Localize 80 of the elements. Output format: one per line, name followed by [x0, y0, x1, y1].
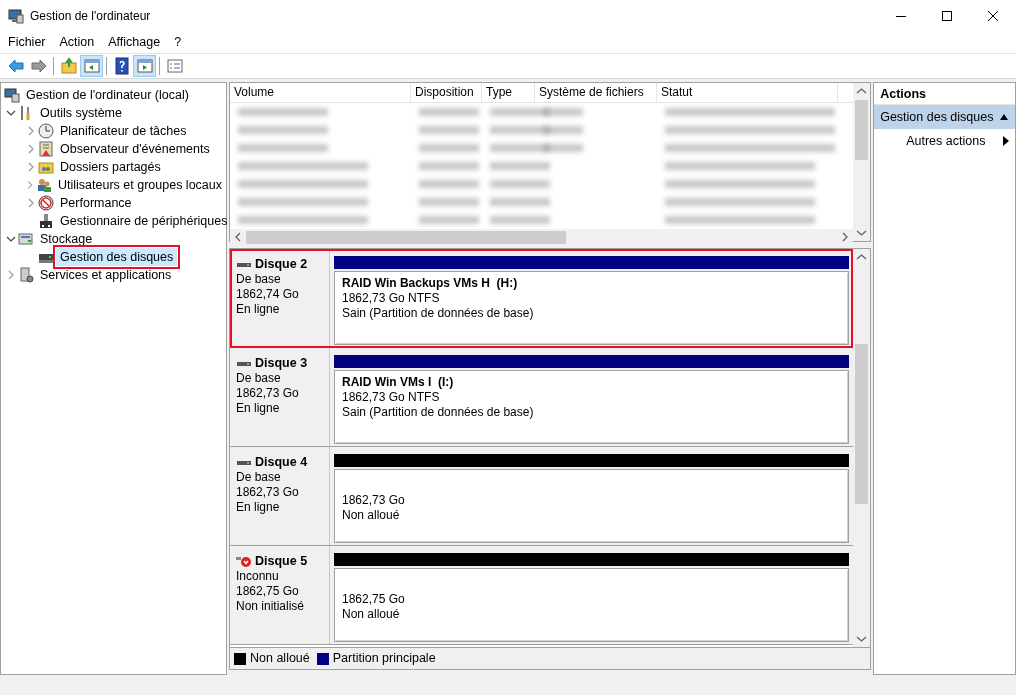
partition-info: 1862,73 Go — [342, 493, 406, 508]
vertical-scrollbar[interactable] — [853, 83, 871, 241]
menu-item[interactable]: ? — [168, 33, 188, 52]
tree-item[interactable]: Dossiers partagés — [56, 158, 165, 176]
partition-info: 1862,73 Go NTFS — [342, 390, 441, 405]
folder-up-icon — [59, 57, 78, 75]
menu-item[interactable]: Affichage — [102, 33, 167, 52]
tree-item[interactable]: Utilisateurs et groupes locaux — [54, 176, 226, 194]
vertical-scrollbar[interactable] — [853, 249, 871, 647]
column-header[interactable]: Volume — [230, 83, 411, 102]
disk-status: En ligne — [236, 500, 281, 515]
partition-info: Non alloué — [342, 508, 401, 523]
error-disk-icon — [236, 555, 252, 568]
action-section[interactable]: Gestion des disques — [874, 105, 1015, 129]
pane-icon — [82, 57, 101, 75]
disk-type: De base — [236, 272, 282, 287]
disk-status: Non initialisé — [236, 599, 306, 614]
partition-block[interactable]: 1862,73 Go Non alloué — [334, 469, 850, 543]
column-header[interactable]: Système de fichiers — [535, 83, 657, 102]
disk-status: En ligne — [236, 401, 281, 416]
partition-info: 1862,73 Go NTFS — [342, 291, 441, 306]
disk-size: 1862,73 Go — [236, 485, 300, 500]
tree-item[interactable]: Observateur d'événements — [56, 140, 214, 158]
partition-info: Sain (Partition de données de base) — [342, 306, 535, 321]
partition-title: RAID Win VMs I (I:) — [342, 375, 455, 390]
device-icon — [38, 213, 54, 229]
window-title: Gestion de l'ordinateur — [30, 8, 152, 25]
tree-item[interactable]: Gestion de l'ordinateur (local) — [22, 86, 193, 104]
disk-name: Disque 5 — [255, 554, 308, 569]
partition-info: 1862,75 Go — [342, 592, 406, 607]
disk-size: 1862,73 Go — [236, 386, 300, 401]
back-arrow-icon — [6, 57, 25, 75]
disk-name: Disque 4 — [255, 455, 308, 470]
computer-icon — [4, 87, 20, 103]
disk-type: De base — [236, 371, 282, 386]
server-icon — [18, 267, 34, 283]
minimize-icon — [896, 15, 906, 17]
clock-icon — [38, 123, 54, 139]
tree-item[interactable]: Performance — [56, 194, 136, 212]
disk-size: 1862,74 Go — [236, 287, 300, 302]
storage-icon — [18, 231, 34, 247]
partition-block[interactable]: 1862,75 Go Non alloué — [334, 568, 850, 642]
disk-type: Inconnu — [236, 569, 280, 584]
properties-icon — [165, 57, 184, 75]
folder-icon — [38, 159, 54, 175]
column-header[interactable]: Disposition — [411, 83, 482, 102]
computer-icon — [8, 8, 24, 24]
tree-item[interactable]: Stockage — [36, 230, 97, 248]
column-header[interactable]: Type — [482, 83, 535, 102]
users-icon — [36, 177, 52, 193]
maximize-icon — [942, 11, 952, 21]
close-icon — [988, 11, 998, 21]
disk-name: Disque 2 — [255, 257, 308, 272]
column-header[interactable]: Statut — [657, 83, 838, 102]
forward-arrow-icon — [29, 57, 48, 75]
help-icon — [112, 57, 131, 75]
tree-item[interactable]: Planificateur de tâches — [56, 122, 191, 140]
log-icon — [38, 141, 54, 157]
legend-label: Partition principale — [332, 650, 436, 668]
partition-info: Non alloué — [342, 607, 401, 622]
disk-type: De base — [236, 470, 282, 485]
disk-status: En ligne — [236, 302, 281, 317]
legend-label: Non alloué — [250, 650, 310, 668]
tree-item[interactable]: Services et applications — [36, 266, 176, 284]
disk-name: Disque 3 — [255, 356, 308, 371]
submenu-arrow-icon — [1003, 136, 1009, 146]
menu-item[interactable]: Action — [53, 33, 101, 52]
pane-icon — [135, 57, 154, 75]
action-item[interactable]: Autres actions — [874, 129, 1015, 153]
horizontal-scrollbar[interactable] — [230, 229, 854, 245]
tree-item[interactable]: Outils système — [36, 104, 126, 122]
menu-item[interactable]: Fichier — [2, 33, 52, 52]
partition-title: RAID Win Backups VMs H (H:) — [342, 276, 519, 291]
tree-item[interactable]: Gestionnaire de périphériques — [56, 212, 232, 230]
partition-info: Sain (Partition de données de base) — [342, 405, 535, 420]
disk-size: 1862,75 Go — [236, 584, 300, 599]
collapse-icon[interactable] — [999, 113, 1009, 121]
partition-block[interactable]: RAID Win Backups VMs H (H:) 1862,73 Go NTFS Sain (Partition de données de base) — [334, 271, 850, 345]
tree-item[interactable]: Gestion des disques — [56, 248, 178, 266]
partition-block[interactable]: RAID Win VMs I (I:) 1862,73 Go NTFS Sain (Partition de données de base) — [334, 370, 850, 444]
